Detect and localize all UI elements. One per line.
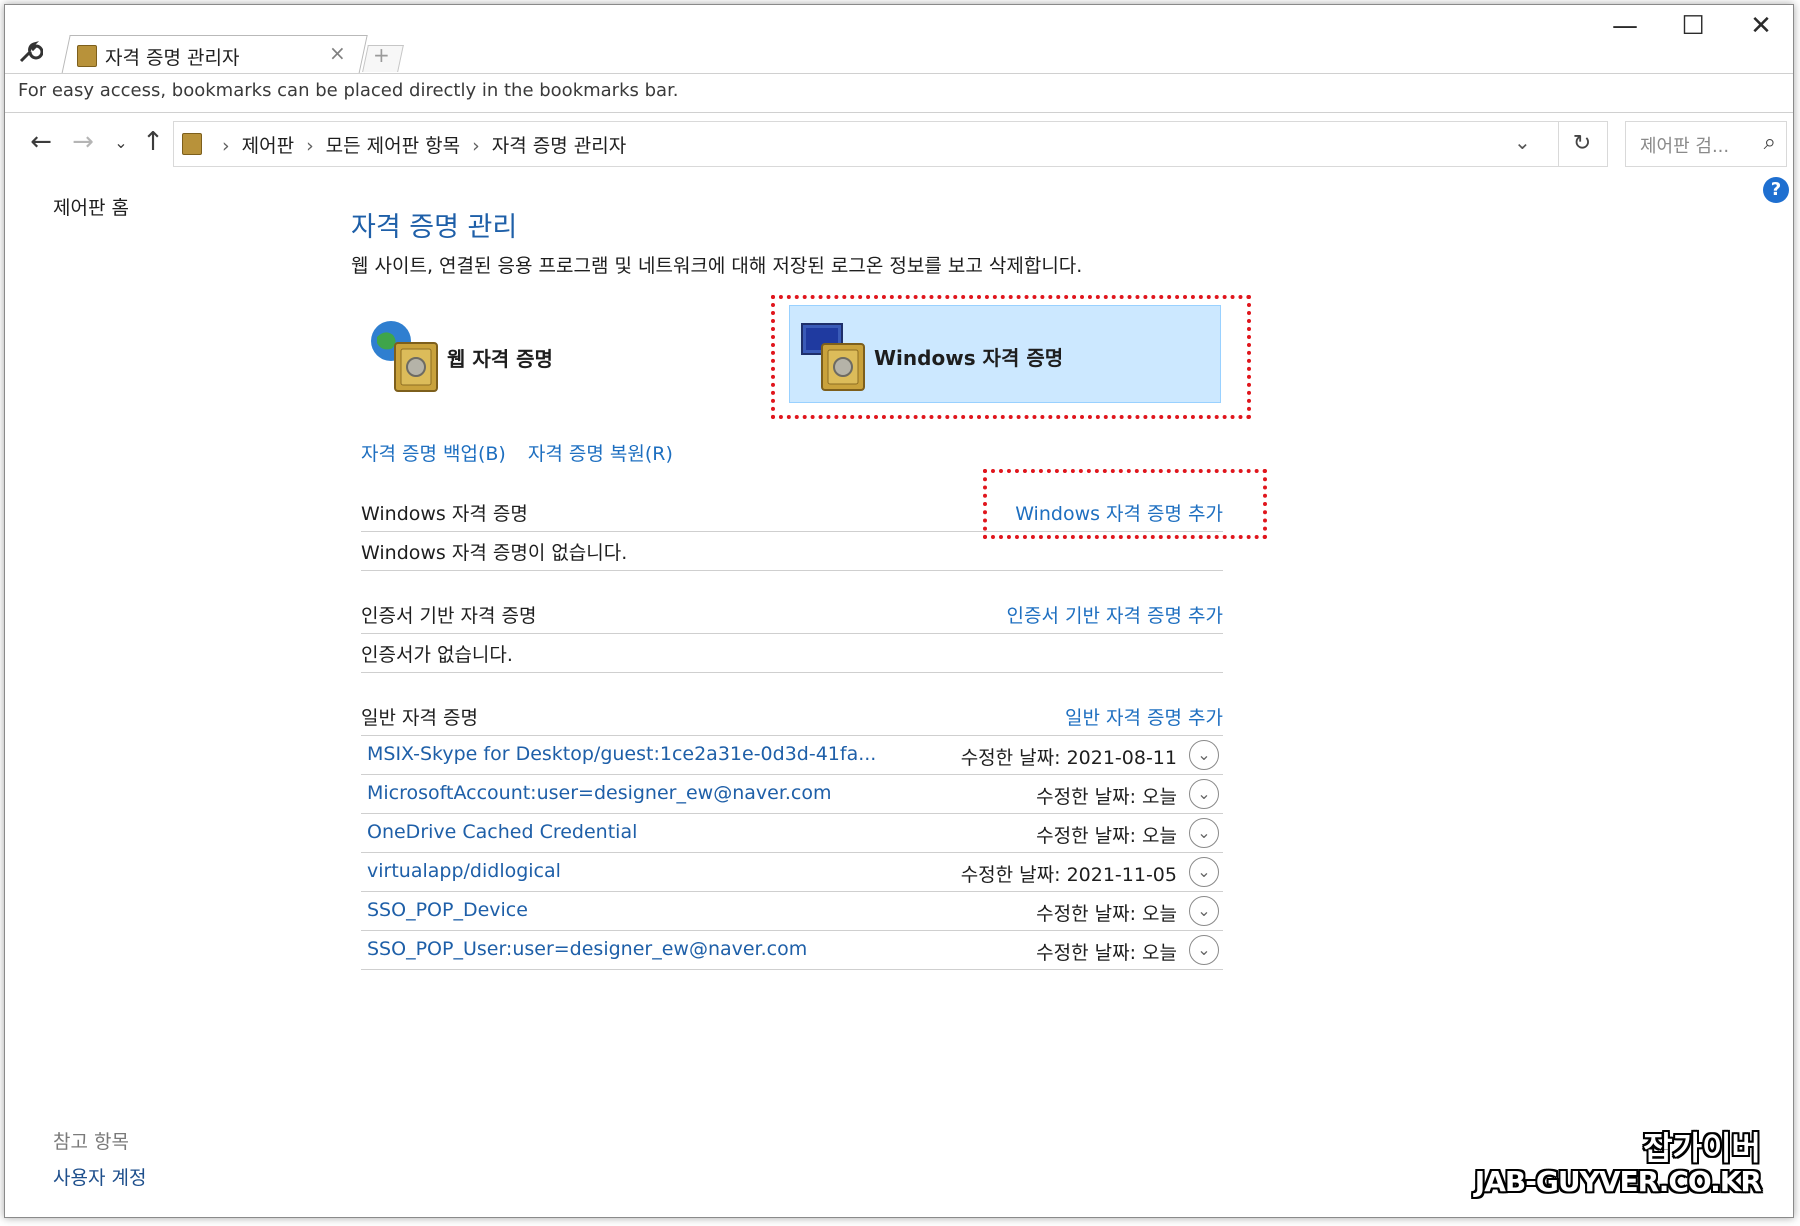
credential-name[interactable]: OneDrive Cached Credential [367,821,637,843]
maximize-icon[interactable]: ☐ [1665,11,1721,41]
credential-row[interactable]: SSO_POP_Device 수정한 날짜: 오늘 ⌄ [361,892,1223,931]
generic-credentials-section: 일반 자격 증명 일반 자격 증명 추가 MSIX-Skype for Desk… [361,697,1223,970]
bookmarks-bar-hint: For easy access, bookmarks can be placed… [18,80,679,101]
backup-credentials-link[interactable]: 자격 증명 백업(B) [361,443,506,465]
windows-credentials-empty-text: Windows 자격 증명이 없습니다. [361,542,628,564]
credential-row[interactable]: MicrosoftAccount:user=designer_ew@naver.… [361,775,1223,814]
generic-credentials-heading: 일반 자격 증명 [361,707,478,729]
credential-manager-icon [77,45,97,67]
refresh-icon[interactable]: ↻ [1557,121,1608,167]
breadcrumb-separator-icon: › [306,135,314,157]
plus-icon: + [373,43,390,67]
breadcrumb-separator-icon: › [472,135,480,157]
help-icon[interactable]: ? [1763,177,1789,203]
minimize-icon[interactable]: — [1597,11,1653,41]
search-placeholder: 제어판 검... [1640,136,1730,157]
web-credentials-label: 웹 자격 증명 [447,347,553,371]
backup-restore-links: 자격 증명 백업(B) 자격 증명 복원(R) [361,439,689,466]
generic-credentials-header: 일반 자격 증명 일반 자격 증명 추가 [361,697,1223,736]
expand-chevron-icon[interactable]: ⌄ [1189,896,1219,926]
address-dropdown-chevron-icon[interactable]: ⌄ [1514,130,1531,154]
credential-name[interactable]: SSO_POP_User:user=designer_ew@naver.com [367,938,807,960]
credential-row[interactable]: virtualapp/didlogical 수정한 날짜: 2021-11-05… [361,853,1223,892]
certificate-credentials-heading: 인증서 기반 자격 증명 [361,605,537,627]
add-generic-credential-link[interactable]: 일반 자격 증명 추가 [1065,703,1223,730]
search-input[interactable]: 제어판 검... ⌕ [1625,121,1787,167]
back-arrow-icon[interactable]: ← [25,127,57,157]
bookmarks-bar: For easy access, bookmarks can be placed… [5,73,1793,113]
address-bar[interactable]: › 제어판 › 모든 제어판 항목 › 자격 증명 관리자 ⌄ [173,121,1559,167]
breadcrumb-all-items[interactable]: 모든 제어판 항목 [326,135,460,157]
credential-name[interactable]: SSO_POP_Device [367,899,528,921]
address-row: ← → ⌄ ↑ › 제어판 › 모든 제어판 항목 › 자격 증명 관리자 ⌄ ↻ 제어판… [5,113,1793,175]
tab-strip: 자격 증명 관리자 × + — ☐ ✕ [5,5,1793,76]
up-arrow-icon[interactable]: ↑ [137,127,169,157]
breadcrumb-control-panel[interactable]: 제어판 [242,135,294,157]
watermark-title: 잡가이버 [1643,1129,1761,1167]
web-credential-vault-icon [371,321,438,392]
forward-arrow-icon[interactable]: → [67,127,99,157]
credential-modified-date: 수정한 날짜: 2021-08-11 [960,747,1177,769]
page-title: 자격 증명 관리 [351,212,518,243]
recent-locations-chevron-icon[interactable]: ⌄ [105,133,137,152]
expand-chevron-icon[interactable]: ⌄ [1189,935,1219,965]
control-panel-icon [182,133,202,155]
expand-chevron-icon[interactable]: ⌄ [1189,740,1219,770]
restore-credentials-link[interactable]: 자격 증명 복원(R) [528,443,673,465]
expand-chevron-icon[interactable]: ⌄ [1189,779,1219,809]
highlight-box-add-windows-credential [983,469,1267,539]
credential-modified-date: 수정한 날짜: 오늘 [1036,942,1177,964]
credential-modified-date: 수정한 날짜: 2021-11-05 [960,864,1177,886]
user-accounts-link[interactable]: 사용자 계정 [53,1163,146,1190]
tab-close-icon[interactable]: × [329,41,346,65]
credential-row[interactable]: OneDrive Cached Credential 수정한 날짜: 오늘 ⌄ [361,814,1223,853]
browser-window: 자격 증명 관리자 × + — ☐ ✕ For easy access, boo… [4,4,1794,1218]
breadcrumb-credential-manager[interactable]: 자격 증명 관리자 [492,135,626,157]
browser-tab[interactable]: 자격 증명 관리자 × [73,35,363,75]
web-credentials-tile[interactable]: 웹 자격 증명 [363,307,743,405]
see-also-heading: 참고 항목 [53,1131,129,1153]
certificate-credentials-empty-row: 인증서가 없습니다. [361,634,1223,673]
page-description: 웹 사이트, 연결된 응용 프로그램 및 네트워크에 대해 저장된 로그온 정보… [351,255,1083,277]
close-window-icon[interactable]: ✕ [1733,11,1789,41]
certificate-credentials-header: 인증서 기반 자격 증명 인증서 기반 자격 증명 추가 [361,595,1223,634]
expand-chevron-icon[interactable]: ⌄ [1189,857,1219,887]
credential-name[interactable]: MicrosoftAccount:user=designer_ew@naver.… [367,782,832,804]
credential-row[interactable]: MSIX-Skype for Desktop/guest:1ce2a31e-0d… [361,736,1223,775]
windows-credentials-heading: Windows 자격 증명 [361,503,528,525]
tab-title: 자격 증명 관리자 [105,47,240,69]
credential-row[interactable]: SSO_POP_User:user=designer_ew@naver.com … [361,931,1223,970]
wrench-icon[interactable] [17,39,43,65]
breadcrumb-separator-icon: › [222,135,230,157]
credential-modified-date: 수정한 날짜: 오늘 [1036,825,1177,847]
certificate-credentials-section: 인증서 기반 자격 증명 인증서 기반 자격 증명 추가 인증서가 없습니다. [361,595,1223,673]
credential-modified-date: 수정한 날짜: 오늘 [1036,903,1177,925]
search-icon[interactable]: ⌕ [1764,130,1776,155]
add-certificate-credential-link[interactable]: 인증서 기반 자격 증명 추가 [1007,601,1223,628]
expand-chevron-icon[interactable]: ⌄ [1189,818,1219,848]
credential-name[interactable]: MSIX-Skype for Desktop/guest:1ce2a31e-0d… [367,743,876,765]
breadcrumb: › 제어판 › 모든 제어판 항목 › 자격 증명 관리자 [210,131,626,158]
credential-modified-date: 수정한 날짜: 오늘 [1036,786,1177,808]
certificate-credentials-empty-text: 인증서가 없습니다. [361,644,513,666]
highlight-box-windows-tile [771,295,1251,419]
control-panel-home-link[interactable]: 제어판 홈 [53,193,129,220]
credential-name[interactable]: virtualapp/didlogical [367,860,561,882]
watermark-url: JAB-GUYVER.CO.KR [1474,1165,1762,1198]
